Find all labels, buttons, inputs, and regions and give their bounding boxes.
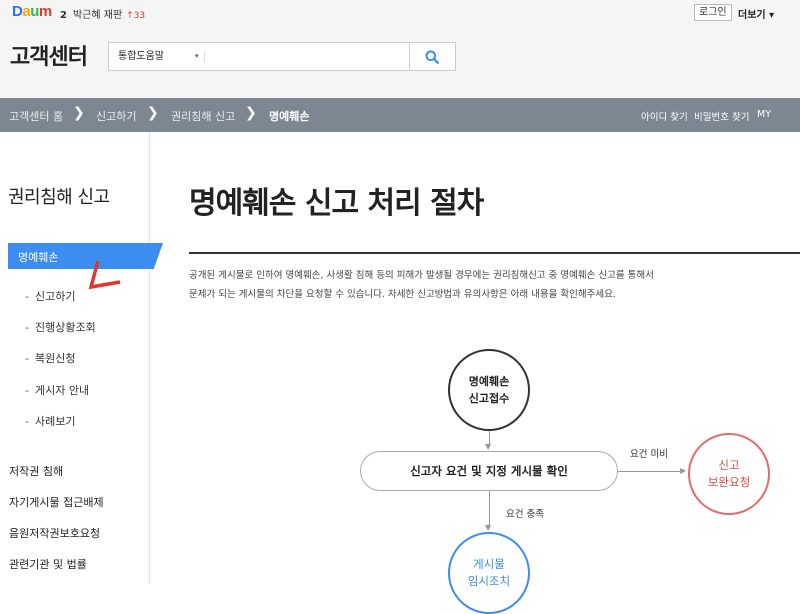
breadcrumb-rights-report[interactable]: 권리침해 신고 — [171, 108, 235, 124]
find-id-link[interactable]: 아이디 찾기 — [641, 109, 688, 123]
flow-connector — [618, 471, 684, 472]
chevron-right-icon: ❯ — [147, 105, 159, 121]
flow-label-incomplete: 요건 미비 — [630, 449, 668, 460]
sidebar-subitem-report[interactable]: 신고하기 — [25, 288, 75, 304]
trend-keyword: 박근혜 재판 — [72, 10, 123, 21]
breadcrumb-current: 명예훼손 — [269, 110, 310, 123]
sidebar-item-copyright[interactable]: 저작권 침해 — [9, 463, 63, 479]
process-flow-diagram: 명예훼손 신고접수 ▼ 신고자 요건 및 지정 게시물 확인 ▶ 요건 미비 신… — [150, 300, 800, 614]
search-box: 통합도움말 ▾ — [108, 42, 410, 71]
search-category-select[interactable]: 통합도움말 ▾ — [109, 43, 204, 70]
chevron-right-icon: ❯ — [245, 105, 257, 121]
trend-change: ↑33 — [126, 11, 146, 21]
sidebar-item-defamation[interactable]: 명예훼손 — [8, 243, 163, 269]
chevron-right-icon: ❯ — [73, 105, 85, 121]
daum-logo[interactable]: Daum — [12, 3, 52, 20]
search-button[interactable] — [410, 42, 456, 71]
header: 고객센터 통합도움말 ▾ — [0, 26, 800, 98]
sidebar-subitem-status[interactable]: 진행상황조회 — [25, 319, 96, 335]
sidebar-title: 권리침해 신고 — [8, 187, 110, 208]
sidebar-item-self-post[interactable]: 자기게시물 접근배제 — [9, 494, 104, 510]
top-bar: Daum 2 박근혜 재판 ↑33 로그인 더보기 ▾ — [0, 0, 800, 26]
trend-rank: 2 — [60, 10, 67, 21]
sidebar-item-music-copyright[interactable]: 음원저작권보호요청 — [9, 525, 100, 541]
breadcrumb-home[interactable]: 고객센터 홈 — [9, 108, 63, 124]
chevron-down-icon: ▾ — [195, 52, 199, 60]
find-password-link[interactable]: 비밀번호 찾기 — [694, 109, 749, 123]
arrow-down-icon: ▼ — [485, 442, 492, 451]
red-annotation-mark — [88, 260, 121, 290]
page-description: 공개된 게시물로 인하여 명예훼손, 사생활 침해 등의 피해가 발생될 경우에… — [189, 270, 654, 300]
breadcrumb-bar: 고객센터 홈 ❯ 신고하기 ❯ 권리침해 신고 ❯ 명예훼손 아이디 찾기 비밀… — [0, 98, 800, 132]
site-title[interactable]: 고객센터 — [10, 39, 88, 71]
more-menu-button[interactable]: 더보기 ▾ — [738, 6, 774, 21]
my-link[interactable]: MY — [757, 109, 771, 120]
sidebar-subitem-poster-guide[interactable]: 게시자 안내 — [25, 382, 89, 398]
sidebar: 권리침해 신고 명예훼손 신고하기 진행상황조회 복원신청 게시자 안내 사례보… — [0, 132, 163, 584]
login-button[interactable]: 로그인 — [694, 4, 732, 21]
sidebar-subitem-restore[interactable]: 복원신청 — [25, 350, 75, 366]
arrow-down-icon: ▼ — [485, 523, 492, 532]
sidebar-subitem-cases[interactable]: 사례보기 — [25, 413, 75, 429]
flow-node-supplement-request: 신고 보완요청 — [688, 433, 770, 515]
arrow-right-icon: ▶ — [680, 466, 687, 475]
flow-node-temporary-measure: 게시물 임시조치 — [448, 532, 530, 614]
breadcrumb-report[interactable]: 신고하기 — [96, 108, 136, 124]
sidebar-item-agencies-law[interactable]: 관련기관 및 법률 — [9, 556, 87, 572]
search-divider — [204, 51, 205, 62]
flow-node-confirm: 신고자 요건 및 지정 게시물 확인 — [360, 451, 618, 491]
flow-node-report-received: 명예훼손 신고접수 — [448, 349, 530, 431]
page-title: 명예훼손 신고 처리 절차 — [189, 186, 484, 221]
trending-keyword[interactable]: 2 박근혜 재판 ↑33 — [60, 6, 145, 21]
search-input[interactable] — [209, 45, 404, 68]
flow-label-satisfied: 요건 충족 — [506, 509, 544, 520]
title-divider — [189, 252, 800, 254]
search-icon — [425, 50, 439, 64]
